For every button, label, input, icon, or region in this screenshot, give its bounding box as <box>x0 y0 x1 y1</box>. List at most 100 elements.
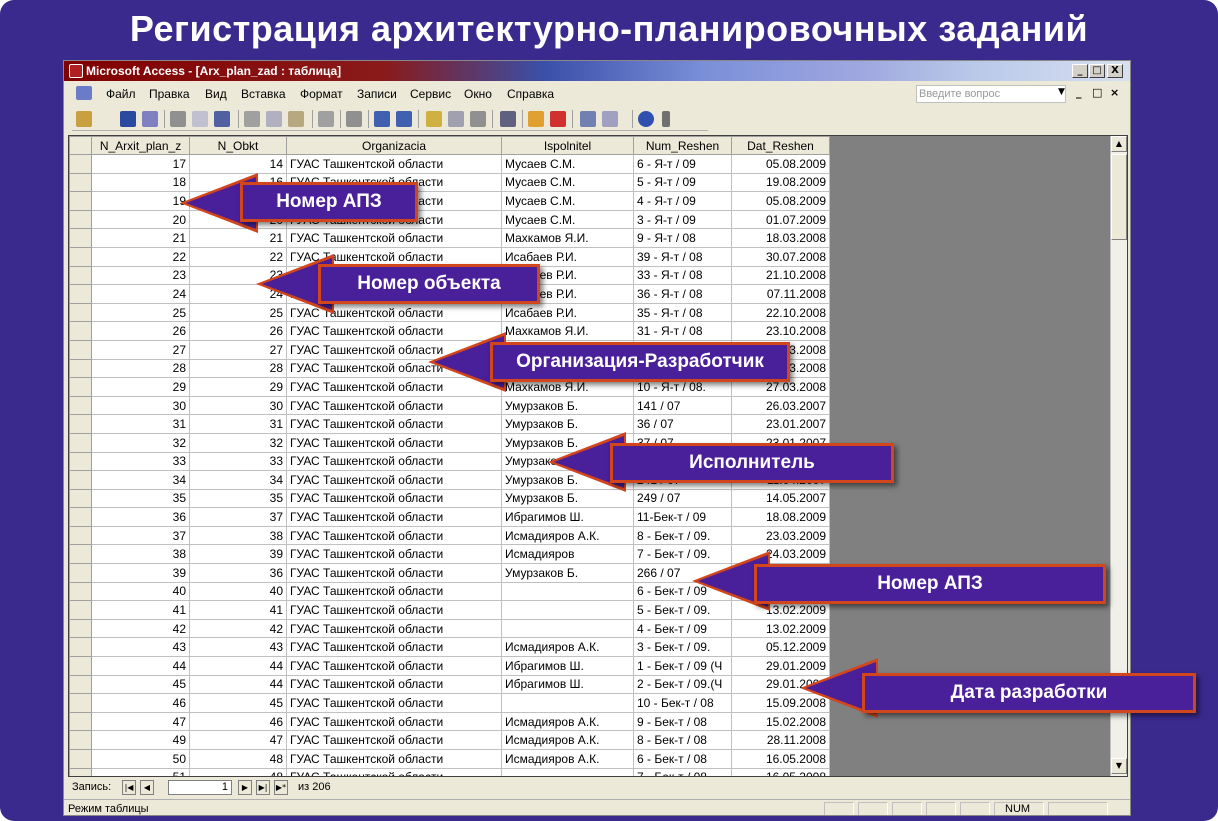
cell-num-reshen[interactable]: 5 - Я-т / 09 <box>633 172 732 193</box>
cell-dat-reshen[interactable]: 14.05.2007 <box>731 488 830 509</box>
cell-n-arxit[interactable]: 32 <box>91 432 190 453</box>
cell-ispolnitel[interactable]: Исмадияров А.К. <box>501 637 634 658</box>
mdi-close-button[interactable]: × <box>1110 86 1119 99</box>
copy-icon[interactable] <box>266 111 282 127</box>
cell-ispolnitel[interactable]: Умурзаков Б. <box>501 395 634 416</box>
cell-dat-reshen[interactable]: 07.11.2008 <box>731 284 830 304</box>
cell-num-reshen[interactable]: 7 - Бек-т / 08 <box>633 767 732 776</box>
menu-records[interactable]: Записи <box>357 87 397 101</box>
cell-n-obkt[interactable]: 35 <box>189 488 287 509</box>
row-selector[interactable] <box>69 507 92 527</box>
cell-organizacia[interactable]: ГУАС Ташкентской области <box>286 767 502 776</box>
cell-n-arxit[interactable]: 24 <box>91 284 190 304</box>
row-selector[interactable] <box>69 637 92 658</box>
delete-record-icon[interactable] <box>550 111 566 127</box>
row-selector[interactable] <box>69 209 92 230</box>
cell-organizacia[interactable]: ГУАС Ташкентской области <box>286 600 502 620</box>
cell-ispolnitel[interactable]: Исмадияров А.К. <box>501 749 634 769</box>
cell-n-arxit[interactable]: 49 <box>91 730 190 750</box>
cell-ispolnitel[interactable]: Исмадияров А.К. <box>501 525 634 546</box>
row-selector[interactable] <box>69 432 92 453</box>
menu-format[interactable]: Формат <box>300 87 343 101</box>
new-record-nav-icon[interactable]: ▶* <box>274 780 288 795</box>
row-selector[interactable] <box>69 563 92 583</box>
cell-n-obkt[interactable]: 41 <box>189 600 287 620</box>
record-number-input[interactable]: 1 <box>168 780 232 795</box>
cell-organizacia[interactable]: ГУАС Ташкентской области <box>286 656 502 676</box>
cell-n-arxit[interactable]: 41 <box>91 600 190 620</box>
doc-icon[interactable] <box>76 86 92 100</box>
cell-n-obkt[interactable]: 34 <box>189 470 287 490</box>
cell-num-reshen[interactable]: 3 - Я-т / 09 <box>633 209 732 230</box>
row-selector[interactable] <box>69 749 92 769</box>
cell-num-reshen[interactable]: 141 / 07 <box>633 395 732 416</box>
spelling-icon[interactable] <box>214 111 230 127</box>
cell-ispolnitel[interactable]: Ибрагимов Ш. <box>501 656 634 676</box>
cell-ispolnitel[interactable]: Исмадияров <box>501 544 634 565</box>
last-record-icon[interactable]: ▶| <box>256 780 270 795</box>
minimize-button[interactable]: _ <box>1072 64 1088 78</box>
prev-record-icon[interactable]: ◀ <box>140 780 154 795</box>
cell-n-obkt[interactable]: 29 <box>189 377 287 397</box>
cell-ispolnitel[interactable]: Ибрагимов Ш. <box>501 674 634 695</box>
cell-n-arxit[interactable]: 37 <box>91 525 190 546</box>
cell-n-obkt[interactable]: 31 <box>189 414 287 434</box>
cell-n-obkt[interactable]: 44 <box>189 656 287 676</box>
cell-n-arxit[interactable]: 21 <box>91 228 190 248</box>
table-row[interactable]: 42 42 ГУАС Ташкентской области 4 - Бек-т / … <box>69 618 830 639</box>
table-row[interactable]: 35 35 ГУАС Ташкентской области Умурзаков Б.… <box>69 488 830 509</box>
table-row[interactable]: 43 43 ГУАС Ташкентской области Исмадияров А… <box>69 637 830 658</box>
cell-dat-reshen[interactable]: 05.12.2009 <box>731 637 830 658</box>
table-row[interactable]: 36 37 ГУАС Ташкентской области Ибрагимов Ш.… <box>69 507 830 527</box>
cell-dat-reshen[interactable]: 21.10.2008 <box>731 265 830 286</box>
cell-n-obkt[interactable]: 40 <box>189 581 287 602</box>
row-selector[interactable] <box>69 488 92 509</box>
row-selector[interactable] <box>69 600 92 620</box>
mdi-restore-button[interactable]: □ <box>1092 86 1102 99</box>
cell-num-reshen[interactable]: 10 - Бек-т / 08 <box>633 693 732 713</box>
table-row[interactable]: 25 25 ГУАС Ташкентской области Исабаев Р.И.… <box>69 302 830 323</box>
cell-n-arxit[interactable]: 44 <box>91 656 190 676</box>
database-window-icon[interactable] <box>580 111 596 127</box>
cell-n-arxit[interactable]: 22 <box>91 246 190 267</box>
row-selector[interactable] <box>69 154 92 174</box>
cell-organizacia[interactable]: ГУАС Ташкентской области <box>286 395 502 416</box>
cell-n-obkt[interactable]: 38 <box>189 525 287 546</box>
row-selector[interactable] <box>69 172 92 193</box>
cell-n-arxit[interactable]: 35 <box>91 488 190 509</box>
cell-n-arxit[interactable]: 51 <box>91 767 190 776</box>
print-icon[interactable] <box>170 111 186 127</box>
menu-edit[interactable]: Правка <box>149 87 190 101</box>
cell-ispolnitel[interactable]: Исмадияров А.К. <box>501 730 634 750</box>
cell-n-arxit[interactable]: 30 <box>91 395 190 416</box>
cell-n-arxit[interactable]: 47 <box>91 711 190 732</box>
cell-dat-reshen[interactable]: 18.03.2008 <box>731 228 830 248</box>
row-selector[interactable] <box>69 618 92 639</box>
cell-ispolnitel[interactable] <box>501 767 634 776</box>
cell-dat-reshen[interactable]: 16.05.2008 <box>731 767 830 776</box>
cell-ispolnitel[interactable] <box>501 618 634 639</box>
row-selector[interactable] <box>69 451 92 472</box>
cell-n-arxit[interactable]: 18 <box>91 172 190 193</box>
cell-num-reshen[interactable]: 4 - Я-т / 09 <box>633 191 732 211</box>
cell-n-arxit[interactable]: 23 <box>91 265 190 286</box>
cell-organizacia[interactable]: ГУАС Ташкентской области <box>286 711 502 732</box>
cell-n-arxit[interactable]: 42 <box>91 618 190 639</box>
cell-dat-reshen[interactable]: 22.10.2008 <box>731 302 830 323</box>
new-record-icon[interactable] <box>528 111 544 127</box>
col-header-dat-reshen[interactable]: Dat_Reshen <box>731 136 830 155</box>
cell-ispolnitel[interactable]: Махкамов Я.И. <box>501 228 634 248</box>
next-record-icon[interactable]: ▶ <box>238 780 252 795</box>
cell-ispolnitel[interactable]: Мусаев С.М. <box>501 154 634 174</box>
table-row[interactable]: 17 14 ГУАС Ташкентской области Мусаев С.М. 6… <box>69 154 830 174</box>
paste-icon[interactable] <box>288 111 304 127</box>
toolbar-options-icon[interactable] <box>662 111 670 127</box>
cell-n-arxit[interactable]: 43 <box>91 637 190 658</box>
filter-by-form-icon[interactable] <box>448 111 464 127</box>
cell-organizacia[interactable]: ГУАС Ташкентской области <box>286 581 502 602</box>
table-row[interactable]: 5148ГУАС Ташкентской области 7 - Бек-т / … <box>69 767 830 776</box>
table-row[interactable]: 44 44 ГУАС Ташкентской области Ибрагимов Ш.… <box>69 656 830 676</box>
table-row[interactable]: 49 47 ГУАС Ташкентской области Исмадияров А… <box>69 730 830 750</box>
cell-ispolnitel[interactable]: Махкамов Я.И. <box>501 321 634 341</box>
cell-dat-reshen[interactable]: 16.05.2008 <box>731 749 830 769</box>
